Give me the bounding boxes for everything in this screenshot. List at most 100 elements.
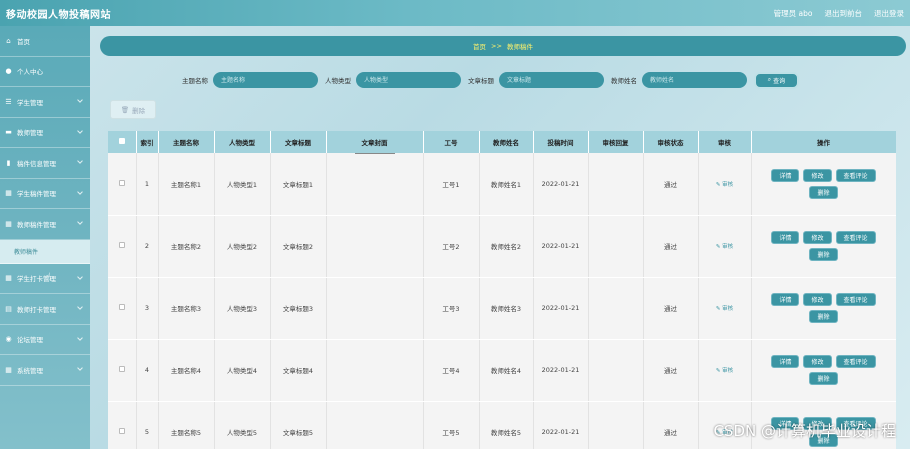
index-cell: 2 [136,215,159,278]
sidebar-item[interactable]: ▮ 稿件信息管理 [0,148,90,179]
audit-link[interactable]: ✎ 审核 [716,182,733,188]
sidebar-item-label: 稿件信息管理 [17,159,56,168]
sidebar: ⌂ 首页 ● 个人中心 ☰ 学生管理 ▬ 教师管理 ▮ 稿件信息管理 ▦ 学生稿件管理 ▦ 教师稿件管理教… [0,26,90,449]
row-checkbox-cell[interactable] [108,277,137,340]
checkbox[interactable] [118,179,125,186]
date-cell: 2022-01-21 [533,339,589,402]
sidebar-subitem-teacher-manuscripts[interactable]: 教师稿件 [0,239,90,264]
sidebar-item[interactable]: ▤ 教师打卡管理 [0,294,90,325]
audit-link[interactable]: ✎ 审核 [716,244,733,250]
audit-link[interactable]: ✎ 审核 [716,306,733,312]
row-checkbox-cell[interactable] [108,153,137,216]
trash-icon: 🗑︎ [120,105,130,114]
delete-button[interactable]: 删除 [809,372,838,385]
row-checkbox-cell[interactable] [108,401,137,449]
sidebar-item-label: 首页 [17,37,30,46]
view-comments-button[interactable]: 查看评论 [835,231,876,244]
sidebar-item-label: 教师稿件管理 [17,220,56,229]
delete-button[interactable]: 删除 [809,185,838,199]
audit-cell: ✎ 审核 [698,339,752,402]
column-header: 索引 [136,131,159,153]
search-button[interactable]: ⌕ 查询 [754,71,799,89]
operations-cell: 详情 修改 查看评论删除 [751,339,896,402]
delete-button[interactable]: 删除 [809,248,838,261]
select-all-checkbox[interactable] [108,131,137,153]
chevron-down-icon [77,158,83,164]
teacher-name-search-input[interactable] [642,72,747,88]
job-no-cell: 工号1 [423,153,480,216]
detail-button[interactable]: 详情 [771,355,800,368]
sidebar-item-label: 学生稿件管理 [17,190,56,199]
detail-button[interactable]: 详情 [771,293,800,306]
column-header: 教师姓名 [479,131,534,153]
audit-link-label: 审核 [722,244,734,250]
row-checkbox-cell[interactable] [108,215,137,278]
operation-buttons: 详情 修改 查看评论删除 [764,293,884,323]
edit-button[interactable]: 修改 [803,168,832,182]
article-title-search-input[interactable] [499,72,604,88]
index-cell: 3 [136,277,159,340]
checkbox[interactable] [118,366,125,372]
topic-search-input[interactable] [213,72,318,88]
checkbox[interactable] [118,304,125,310]
view-comments-button[interactable]: 查看评论 [835,168,876,182]
audit-link-label: 审核 [722,306,734,312]
index-cell: 1 [136,153,159,216]
edit-button[interactable]: 修改 [803,293,832,306]
status-cell: 通过 [643,339,699,402]
header-actions: 管理员 abo 退出到前台 退出登录 [774,8,904,19]
reply-cell [588,401,644,449]
title-cell: 文章标题5 [270,401,327,449]
admin-label: 管理员 abo [773,8,813,18]
grid-icon: ▦ [5,189,12,198]
batch-delete-button[interactable]: 🗑︎ 删除 [110,100,156,119]
column-header: 工号 [423,131,480,153]
table-row: 3 主题名称3 人物类型3 文章标题3 工号3 教师姓名3 2022-01-21 通过 ✎ 审核… [108,277,896,340]
date-cell: 2022-01-21 [533,215,589,278]
sidebar-item-label: 论坛管理 [17,336,43,345]
sidebar-item[interactable]: ▬ 教师管理 [0,118,90,148]
breadcrumb-home[interactable]: 首页 [473,41,486,51]
sidebar-item[interactable]: ▦ 系统管理 [0,355,90,386]
exit-to-front-link[interactable]: 退出到前台 [825,8,863,19]
persontype-label: 人物类型 [325,77,351,85]
persontype-search-input[interactable] [356,72,461,88]
row-checkbox-cell[interactable] [108,339,137,402]
sidebar-item[interactable]: ▦ 学生稿件管理 [0,179,90,209]
top-header: 移动校园人物投稿网站 管理员 abo 退出到前台 退出登录 [0,0,910,26]
edit-button[interactable]: 修改 [803,231,832,244]
audit-cell: ✎ 审核 [698,277,752,340]
search-button-label: 查询 [773,77,786,85]
edit-button[interactable]: 修改 [803,355,832,368]
detail-button[interactable]: 详情 [771,168,800,182]
sidebar-item[interactable]: ◉ 论坛管理 [0,325,90,355]
status-cell: 通过 [643,215,699,278]
view-comments-button[interactable]: 查看评论 [835,355,876,368]
sidebar-item[interactable]: ⌂ 首页 [0,26,90,57]
cover-cell [326,215,424,278]
chevron-down-icon [77,188,83,195]
monitor-icon: ▬ [5,128,12,137]
sidebar-item[interactable]: ☰ 学生管理 [0,87,90,118]
sidebar-item-label: 学生管理 [17,98,43,107]
delete-button[interactable]: 删除 [809,310,838,323]
sidebar-item[interactable]: ● 个人中心 [0,57,90,87]
sidebar-item[interactable]: ▦ 教师稿件管理 [0,209,90,240]
view-comments-button[interactable]: 查看评论 [835,293,876,306]
topic-cell: 主题名称5 [158,401,215,449]
checkbox[interactable] [118,428,125,434]
detail-button[interactable]: 详情 [771,231,800,244]
audit-link[interactable]: ✎ 审核 [716,368,733,374]
grid-icon: ▦ [5,219,12,228]
chevron-down-icon [77,304,83,310]
status-cell: 通过 [643,277,699,340]
checkbox[interactable] [118,242,125,248]
batch-delete-label: 删除 [132,106,146,115]
column-header: 投稿时间 [533,131,589,153]
date-cell: 2022-01-21 [533,153,589,216]
chevron-down-icon [77,365,83,371]
logout-link[interactable]: 退出登录 [874,8,904,19]
cover-cell [326,339,424,402]
checkbox[interactable] [118,138,125,144]
table-row: 2 主题名称2 人物类型2 文章标题2 工号2 教师姓名2 2022-01-21 通过 ✎ 审核… [108,215,896,278]
